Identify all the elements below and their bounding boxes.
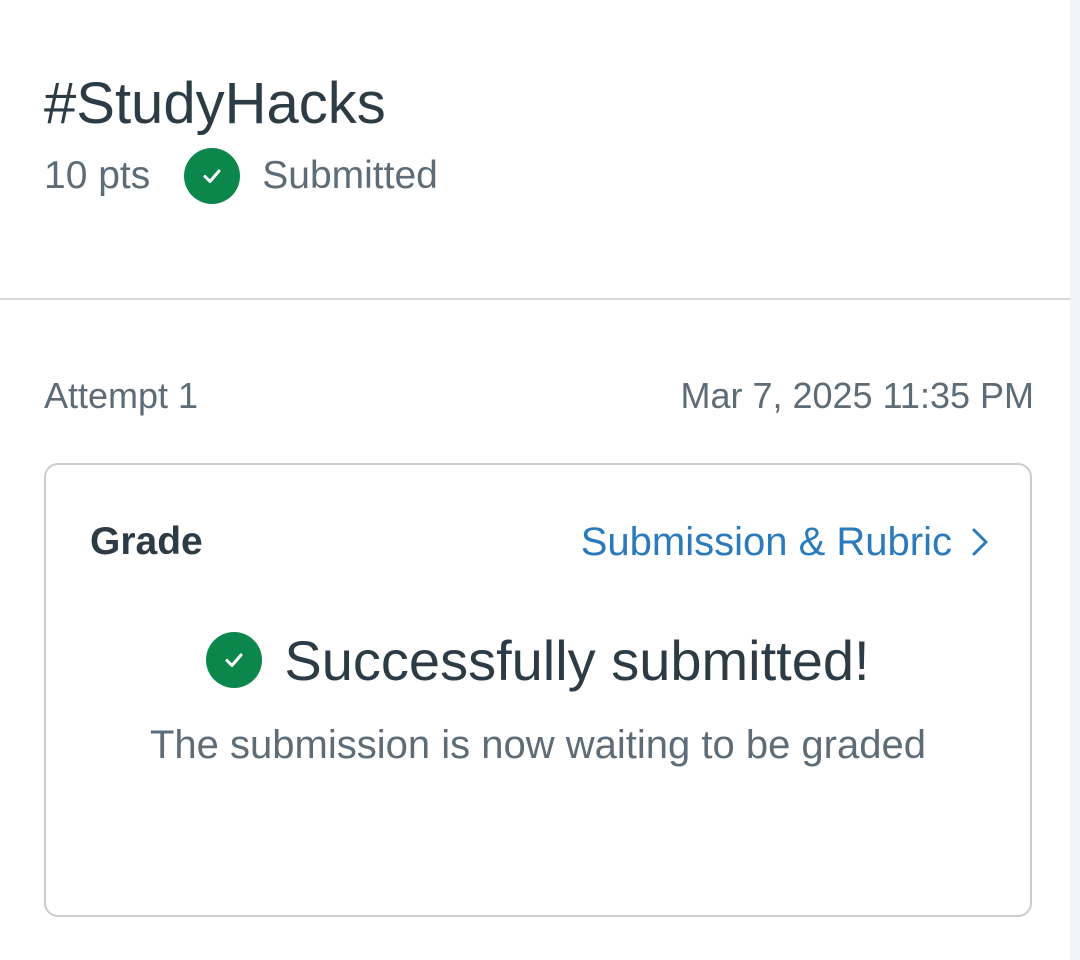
check-circle-icon [206, 632, 263, 688]
submission-rubric-link-label: Submission & Rubric [580, 519, 952, 564]
assignment-title: #StudyHacks [44, 71, 386, 136]
assignment-meta: 10 pts Submitted [44, 146, 438, 206]
scroll-edge [1070, 0, 1080, 960]
submission-rubric-link[interactable]: Submission & Rubric [581, 520, 990, 565]
attempt-timestamp: Mar 7, 2025 11:35 PM [680, 375, 1034, 416]
success-title: Successfully submitted! [284, 628, 870, 692]
section-divider [0, 298, 1070, 300]
success-banner: Successfully submitted! [46, 625, 1030, 695]
submission-status-label: Submitted [262, 154, 438, 197]
grade-heading: Grade [90, 520, 203, 563]
attempt-label: Attempt 1 [44, 375, 199, 416]
assignment-header: #StudyHacks 10 pts Submitted [44, 64, 438, 206]
points-label: 10 pts [44, 154, 151, 197]
success-message: The submission is now waiting to be grad… [150, 723, 926, 767]
grade-card: Grade Submission & Rubric Successfully s… [44, 463, 1032, 917]
attempt-row: Attempt 1 Mar 7, 2025 11:35 PM [44, 370, 1034, 422]
grade-card-header: Grade Submission & Rubric [90, 517, 990, 567]
assignment-details-page: #StudyHacks 10 pts Submitted Attempt 1 M… [0, 0, 1080, 960]
check-circle-icon [184, 148, 241, 204]
chevron-right-icon [970, 526, 990, 558]
